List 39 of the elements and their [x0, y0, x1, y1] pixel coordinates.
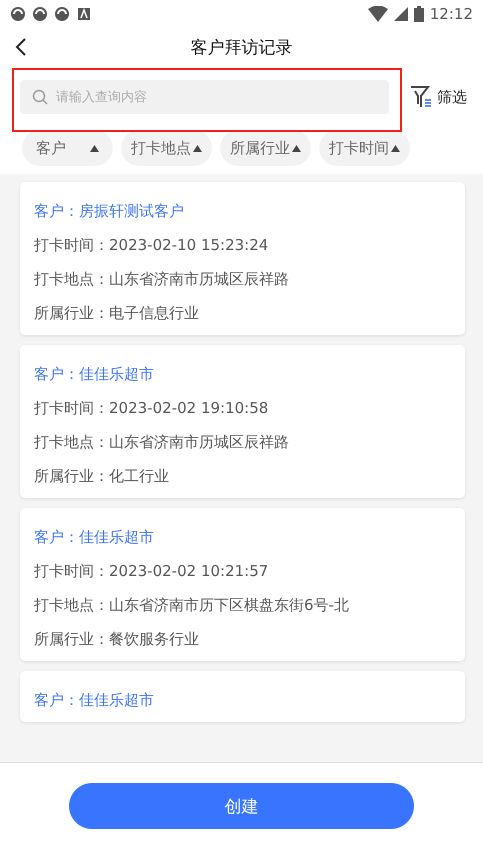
sort-icon: [292, 144, 301, 152]
battery-icon: [414, 6, 424, 22]
filter-icon: [409, 84, 433, 110]
signal-icon: [394, 7, 408, 21]
create-button[interactable]: 创建: [69, 783, 414, 829]
notification-icon: [76, 6, 92, 22]
sort-chip[interactable]: 打卡地点: [121, 130, 212, 166]
customer-name: 客户：房振轩测试客户: [34, 202, 185, 221]
app-icon: [10, 6, 26, 22]
customer-name: 客户：佳佳乐超市: [34, 365, 155, 384]
record-field: 打卡地点：山东省济南市历城区辰祥路: [34, 270, 451, 289]
search-icon: [32, 89, 48, 105]
record-card[interactable]: 客户：佳佳乐超市: [20, 671, 465, 722]
sort-chip[interactable]: 所属行业: [220, 130, 311, 166]
record-field: 所属行业：餐饮服务行业: [34, 630, 451, 649]
record-card[interactable]: 客户：佳佳乐超市 打卡时间：2023-02-02 10:21:57 打卡地点：山东省济南市历下区棋盘东街6号-北 所属行业：餐饮服务行业: [20, 508, 465, 661]
sort-chip[interactable]: 客户: [22, 130, 113, 166]
page-title: 客户拜访记录: [190, 36, 292, 58]
sort-chip[interactable]: 打卡时间: [319, 130, 410, 166]
record-card[interactable]: 客户：房振轩测试客户 打卡时间：2023-02-10 15:23:24 打卡地点：山东省济南市历城区辰祥路 所属行业：电子信息行业: [20, 182, 465, 335]
sort-icon: [391, 144, 400, 152]
record-field: 打卡时间：2023-02-02 10:21:57: [34, 562, 451, 581]
record-field: 所属行业：化工行业: [34, 467, 451, 486]
record-field: 打卡时间：2023-02-02 19:10:58: [34, 399, 451, 418]
record-field: 打卡时间：2023-02-10 15:23:24: [34, 236, 451, 255]
app-icon: [54, 6, 70, 22]
record-card[interactable]: 客户：佳佳乐超市 打卡时间：2023-02-02 19:10:58 打卡地点：山东省济南市历城区辰祥路 所属行业：化工行业: [20, 345, 465, 498]
record-field: 所属行业：电子信息行业: [34, 304, 451, 323]
status-time: 12:12: [430, 5, 473, 23]
record-field: 打卡地点：山东省济南市历下区棋盘东街6号-北: [34, 596, 451, 615]
app-icon: [32, 6, 48, 22]
customer-name: 客户：佳佳乐超市: [34, 528, 155, 547]
filter-button[interactable]: 筛选: [409, 84, 467, 110]
customer-name: 客户：佳佳乐超市: [34, 691, 155, 710]
wifi-icon: [368, 6, 388, 22]
sort-icon: [193, 144, 202, 152]
record-field: 打卡地点：山东省济南市历城区辰祥路: [34, 433, 451, 452]
search-field[interactable]: 请输入查询内容: [20, 80, 389, 114]
sort-icon: [90, 144, 99, 152]
